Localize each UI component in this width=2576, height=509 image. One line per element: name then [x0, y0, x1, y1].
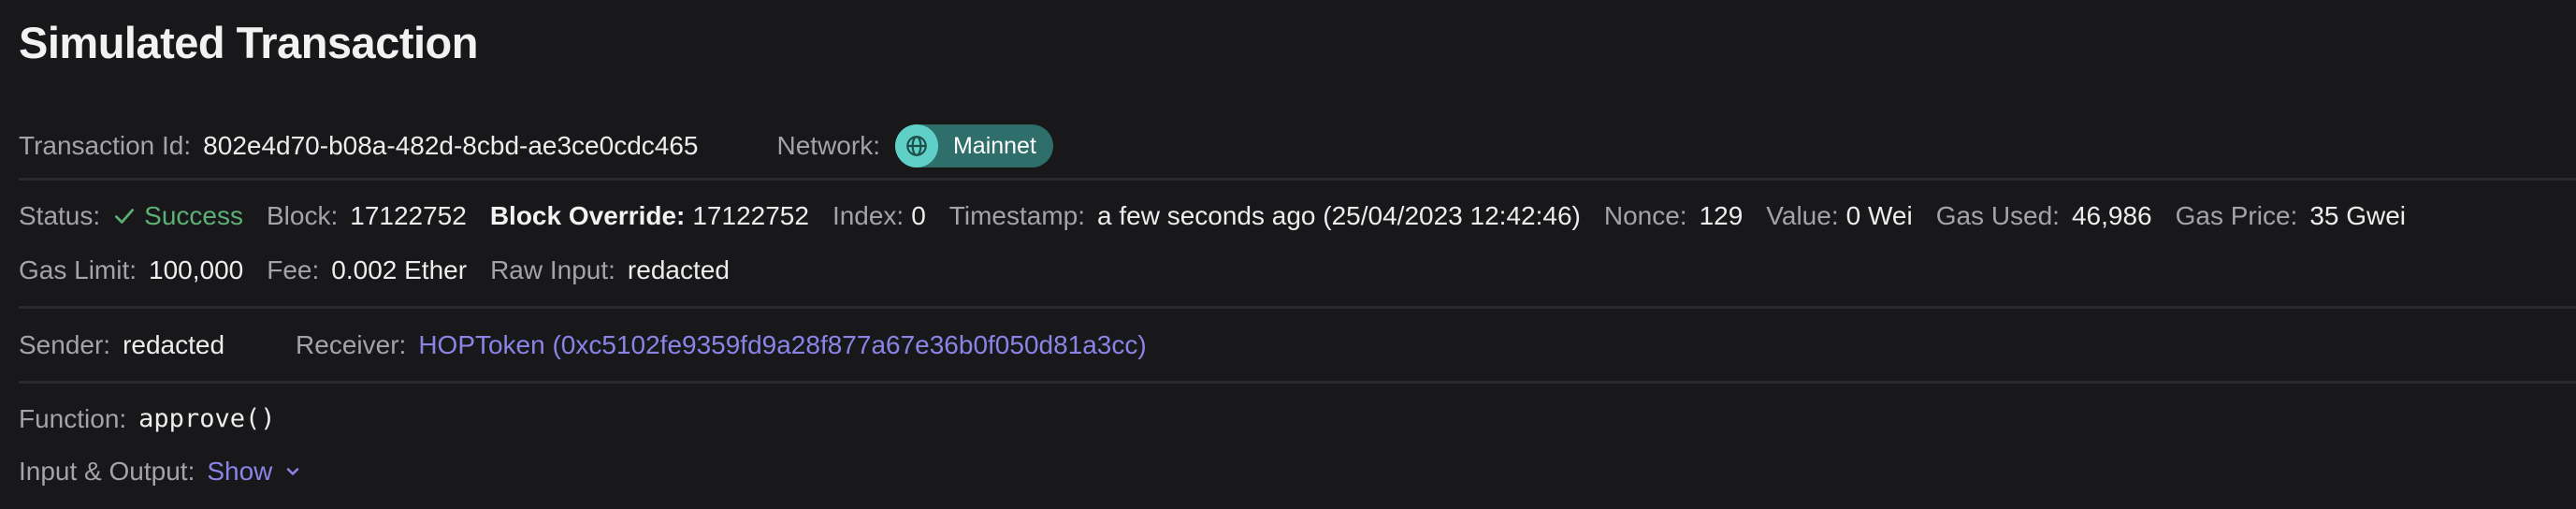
divider	[19, 306, 2576, 309]
index-value: 0	[911, 201, 926, 230]
nonce-label: Nonce:	[1603, 201, 1687, 230]
fee-label: Fee:	[267, 255, 320, 284]
block-label: Block:	[267, 201, 339, 230]
status-label: Status:	[19, 201, 101, 230]
function-value: approve()	[138, 404, 276, 433]
divider	[19, 178, 2576, 181]
value-value: 0 Wei	[1845, 201, 1913, 230]
block-override-label: Block Override:	[489, 201, 686, 230]
value-label: Value:	[1766, 201, 1839, 230]
check-icon	[115, 209, 135, 224]
timestamp-label: Timestamp:	[948, 201, 1086, 230]
input-output-row: Input & Output: Show	[19, 455, 302, 488]
block-value: 17122752	[350, 201, 467, 230]
status-value: Success	[144, 201, 243, 230]
gas-limit-value: 100,000	[149, 255, 244, 284]
timestamp-value: a few seconds ago (25/04/2023 12:42:46)	[1097, 201, 1581, 230]
raw-input-value: redacted	[627, 255, 730, 284]
chevron-down-icon	[287, 468, 299, 475]
gas-price-label: Gas Price:	[2175, 201, 2298, 230]
receiver-link[interactable]: HOPToken (0xc5102fe9359fd9a28f877a67e36b…	[418, 328, 1146, 362]
parties-row: Sender: redacted Receiver: HOPToken (0xc…	[19, 328, 1147, 362]
gas-limit-label: Gas Limit:	[19, 255, 137, 284]
transaction-details-row: Status: Success Block: 17122752 Block Ov…	[19, 199, 2406, 233]
index-label: Index:	[832, 201, 904, 230]
network-label: Network:	[776, 131, 880, 160]
nonce-value: 129	[1699, 201, 1744, 230]
fee-value: 0.002 Ether	[331, 255, 468, 284]
divider	[19, 381, 2576, 384]
gas-used-label: Gas Used:	[1935, 201, 2060, 230]
input-output-label: Input & Output:	[19, 457, 195, 486]
raw-input-label: Raw Input:	[490, 255, 615, 284]
gas-price-value: 35 Gwei	[2309, 201, 2407, 230]
block-override-value: 17122752	[692, 201, 809, 230]
show-io-label: Show	[207, 457, 273, 486]
network-value: Mainnet	[952, 133, 1036, 159]
status-badge: Success	[112, 199, 243, 233]
page-title: Simulated Transaction	[19, 18, 478, 67]
sender-value: redacted	[123, 330, 225, 359]
transaction-id-value: 802e4d70-b08a-482d-8cbd-ae3ce0cdc465	[203, 131, 699, 160]
simulated-transaction-page: Simulated Transaction Transaction Id: 80…	[0, 0, 2576, 509]
receiver-label: Receiver:	[296, 330, 407, 359]
show-io-toggle[interactable]: Show	[207, 455, 302, 488]
transaction-id-label: Transaction Id:	[19, 131, 192, 160]
sender-label: Sender:	[19, 330, 111, 359]
function-row: Function: approve()	[19, 402, 275, 436]
globe-icon	[894, 124, 938, 167]
network-badge: Mainnet	[894, 124, 1053, 167]
transaction-id-row: Transaction Id: 802e4d70-b08a-482d-8cbd-…	[19, 124, 1053, 167]
function-label: Function:	[19, 404, 127, 433]
transaction-details-row-2: Gas Limit: 100,000 Fee: 0.002 Ether Raw …	[19, 254, 730, 287]
gas-used-value: 46,986	[2071, 201, 2152, 230]
